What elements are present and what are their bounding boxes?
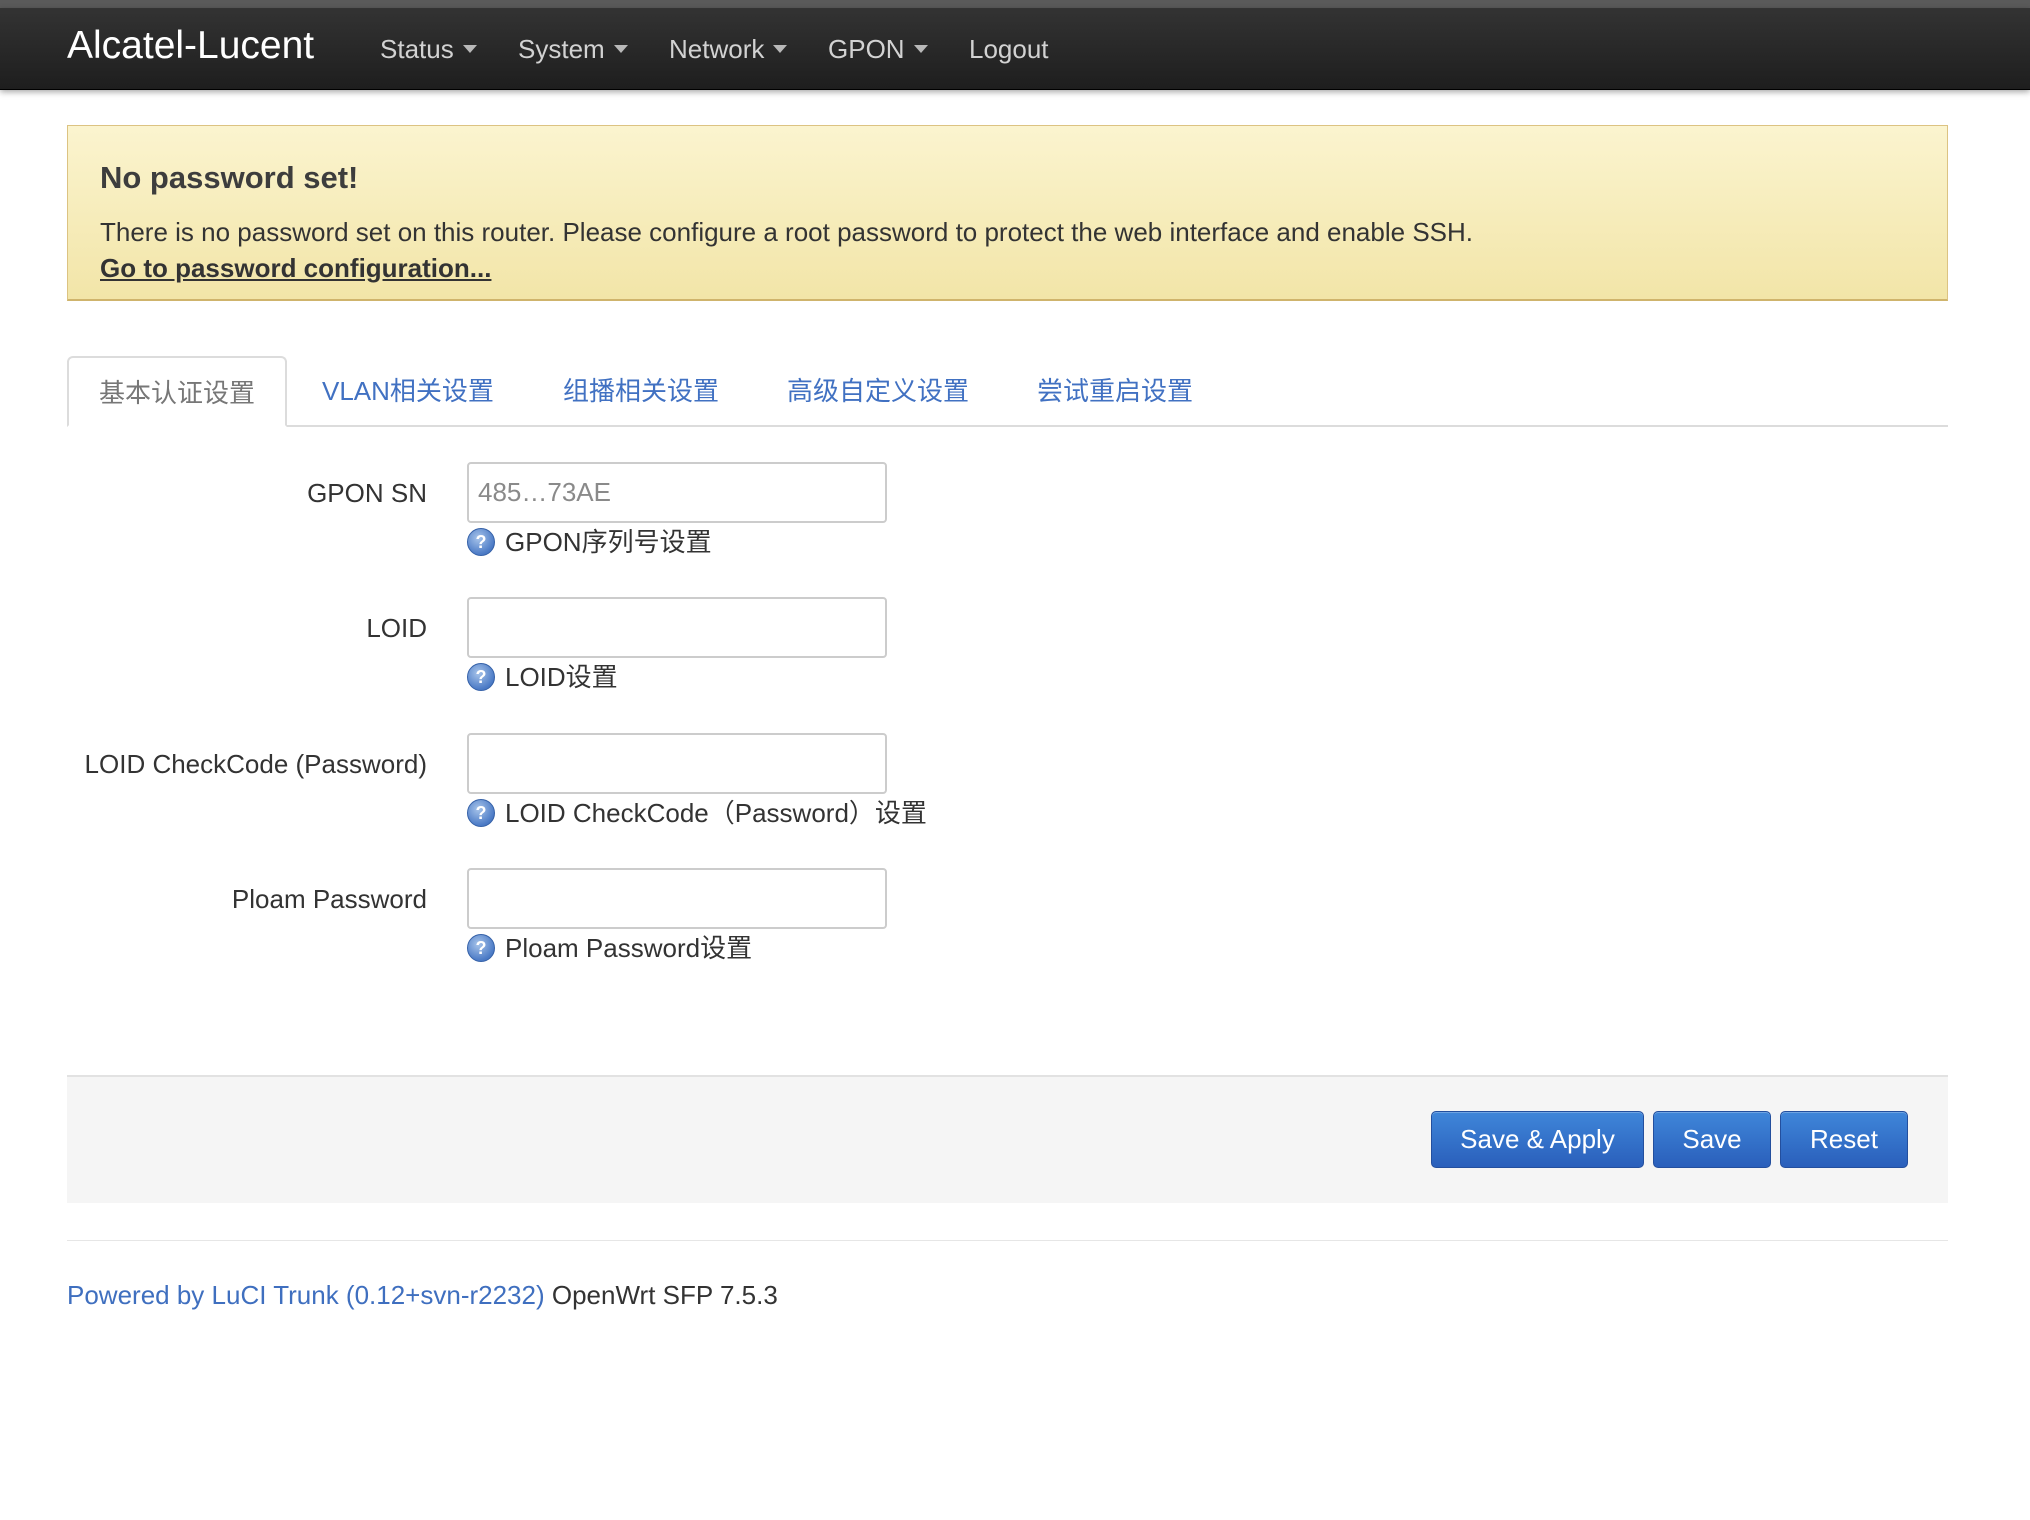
tab-basic-auth[interactable]: 基本认证设置 xyxy=(67,356,287,427)
nav-network-label: Network xyxy=(669,34,765,64)
ploam-password-input[interactable] xyxy=(467,868,887,929)
ploam-password-help-text: Ploam Password设置 xyxy=(505,933,753,963)
top-border xyxy=(0,0,2030,8)
loid-input[interactable] xyxy=(467,597,887,658)
loid-checkcode-help-text: LOID CheckCode（Password）设置 xyxy=(505,798,927,828)
no-password-alert: No password set! There is no password se… xyxy=(67,125,1948,301)
ploam-password-help: ? Ploam Password设置 xyxy=(467,931,752,965)
nav-status-label: Status xyxy=(380,34,454,64)
tab-vlan[interactable]: VLAN相关设置 xyxy=(322,356,494,427)
help-question-icon: ? xyxy=(467,799,495,828)
alert-title: No password set! xyxy=(100,160,359,195)
nav-network-menu[interactable]: Network xyxy=(669,32,788,66)
caret-down-icon xyxy=(613,45,628,54)
navbar: Alcatel-Lucent Status System Network GPO… xyxy=(0,8,2030,90)
brand-logo[interactable]: Alcatel-Lucent xyxy=(67,22,314,70)
password-config-link[interactable]: Go to password configuration... xyxy=(100,253,491,284)
loid-label: LOID xyxy=(366,613,427,643)
save-apply-button[interactable]: Save & Apply xyxy=(1431,1111,1644,1168)
help-question-icon: ? xyxy=(467,663,495,692)
loid-help-text: LOID设置 xyxy=(505,662,618,692)
loid-help: ? LOID设置 xyxy=(467,660,618,694)
loid-checkcode-help: ? LOID CheckCode（Password）设置 xyxy=(467,796,927,830)
caret-down-icon xyxy=(462,45,477,54)
loid-checkcode-input[interactable] xyxy=(467,733,887,794)
tab-advanced[interactable]: 高级自定义设置 xyxy=(787,356,969,427)
nav-status-menu[interactable]: Status xyxy=(380,32,477,66)
nav-gpon-label: GPON xyxy=(828,34,905,64)
caret-down-icon xyxy=(773,45,788,54)
nav-system-menu[interactable]: System xyxy=(518,32,628,66)
tab-multicast[interactable]: 组播相关设置 xyxy=(563,356,719,427)
nav-system-label: System xyxy=(518,34,605,64)
gpon-sn-help-text: GPON序列号设置 xyxy=(505,527,712,557)
loid-checkcode-label: LOID CheckCode (Password) xyxy=(84,749,427,779)
ploam-password-label: Ploam Password xyxy=(231,884,427,914)
help-question-icon: ? xyxy=(467,934,495,963)
luci-powered-by-link[interactable]: Powered by LuCI Trunk (0.12+svn-r2232) xyxy=(67,1280,545,1310)
alert-message: There is no password set on this router.… xyxy=(100,217,1473,247)
reset-button[interactable]: Reset xyxy=(1780,1111,1908,1168)
footer: Powered by LuCI Trunk (0.12+svn-r2232) O… xyxy=(67,1278,778,1312)
form-actions-bar: Save & Apply Save Reset xyxy=(67,1075,1948,1203)
gpon-sn-label: GPON SN xyxy=(307,478,427,508)
nav-gpon-menu[interactable]: GPON xyxy=(828,32,928,66)
save-button[interactable]: Save xyxy=(1653,1111,1771,1168)
nav-logout-link[interactable]: Logout xyxy=(969,32,1049,66)
gpon-sn-input[interactable] xyxy=(467,462,887,523)
help-question-icon: ? xyxy=(467,528,495,557)
gpon-sn-help: ? GPON序列号设置 xyxy=(467,525,712,559)
caret-down-icon xyxy=(913,45,928,54)
footer-divider xyxy=(67,1240,1948,1241)
firmware-version: OpenWrt SFP 7.5.3 xyxy=(551,1280,778,1310)
tab-reboot[interactable]: 尝试重启设置 xyxy=(1037,356,1193,427)
